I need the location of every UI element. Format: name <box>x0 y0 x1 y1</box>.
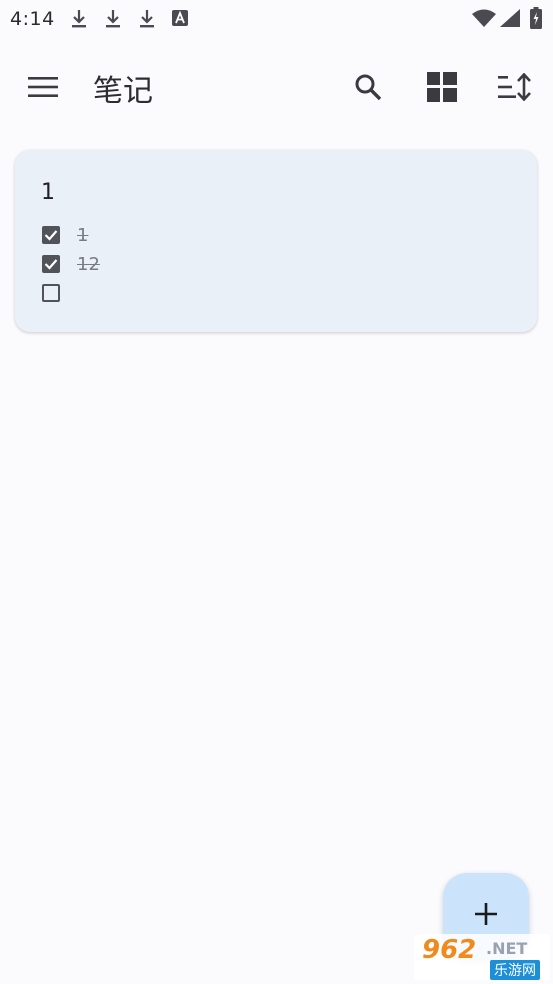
checklist-item <box>42 282 77 304</box>
download-icon <box>70 8 88 34</box>
watermark-brand: 962 <box>422 935 477 965</box>
search-icon[interactable] <box>344 63 392 111</box>
watermark-suffix: .NET <box>486 939 528 958</box>
page-title: 笔记 <box>93 74 153 109</box>
status-time: 4:14 <box>10 8 55 30</box>
checklist-item: 12 <box>42 253 100 275</box>
status-bar: 4:14 <box>0 0 553 38</box>
watermark-site: 乐游网 <box>490 960 540 980</box>
plus-icon <box>474 902 498 930</box>
checklist-item: 1 <box>42 224 88 246</box>
checkbox-checked[interactable] <box>42 255 60 273</box>
top-app-bar: 笔记 <box>0 52 553 124</box>
download-icon <box>104 8 122 34</box>
checklist-item-text: 1 <box>77 224 89 246</box>
note-title: 1 <box>41 180 55 205</box>
wifi-icon <box>472 9 496 31</box>
note-card[interactable]: 1 1 12 <box>15 150 537 332</box>
battery-charging-icon <box>530 7 542 33</box>
download-icon <box>138 8 156 34</box>
checkbox-unchecked[interactable] <box>42 284 60 302</box>
checklist-item-text: 12 <box>77 253 100 275</box>
menu-icon[interactable] <box>19 63 67 111</box>
text-a-icon <box>172 10 188 30</box>
watermark-logo: 962 .NET 乐游网 <box>414 934 550 980</box>
checkbox-checked[interactable] <box>42 226 60 244</box>
sort-icon[interactable] <box>491 63 539 111</box>
grid-view-icon[interactable] <box>418 63 466 111</box>
signal-icon <box>500 9 520 31</box>
